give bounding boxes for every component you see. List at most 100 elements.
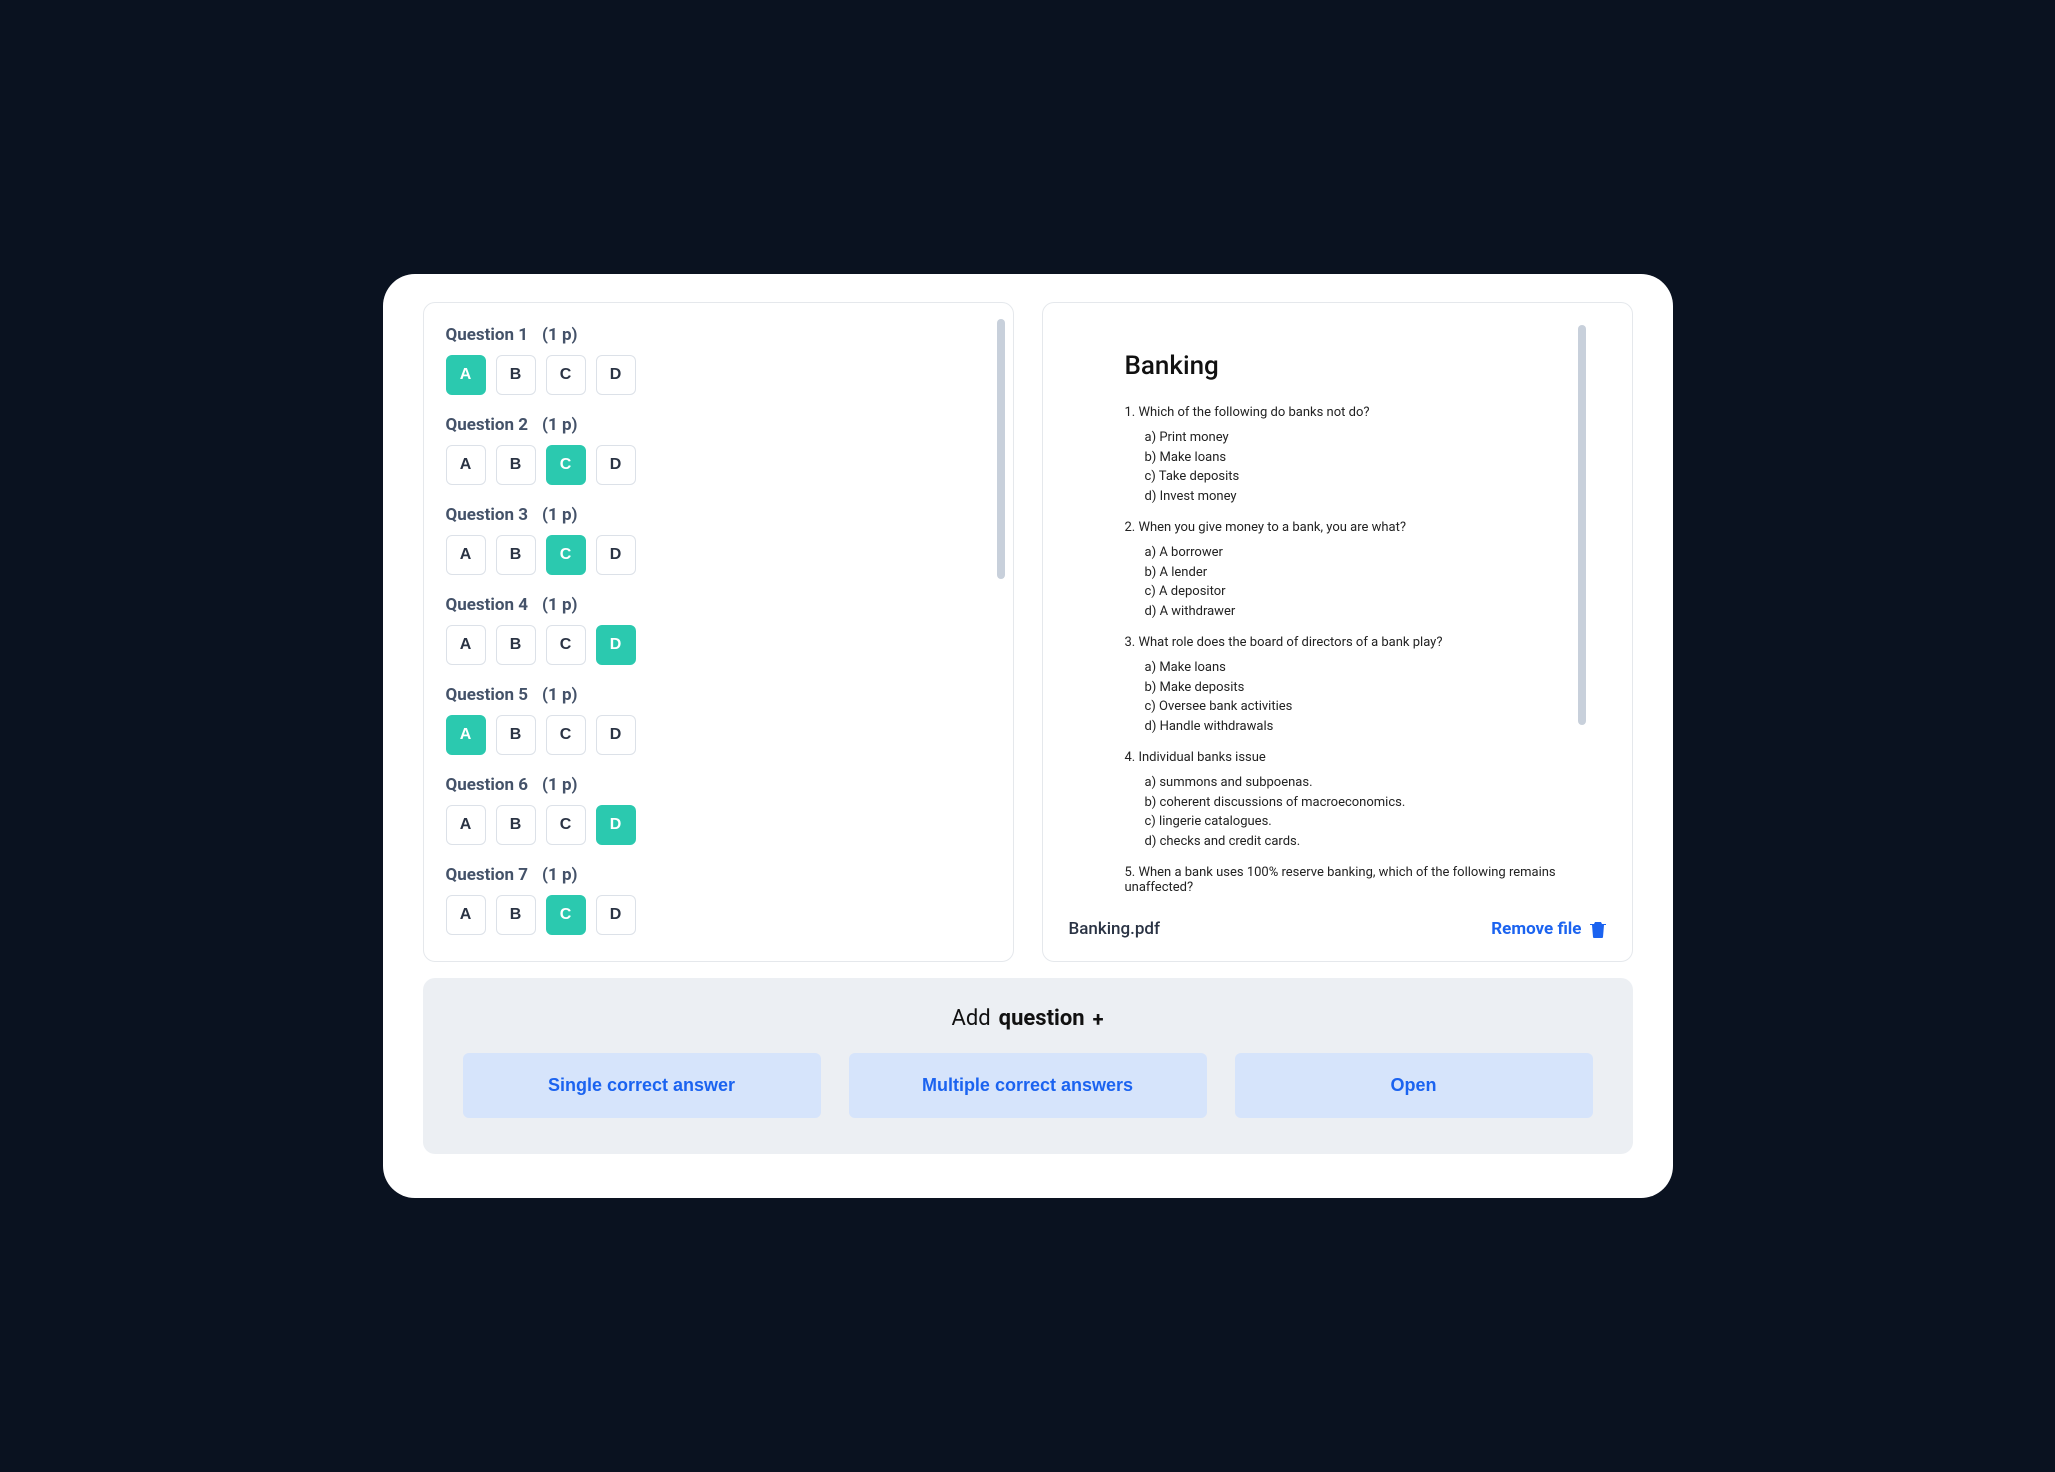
document-title: Banking <box>1125 351 1560 381</box>
doc-question: 5. When a bank uses 100% reserve banking… <box>1125 865 1560 905</box>
question-header: Question 1(1 p) <box>446 325 991 345</box>
answer-option-d[interactable]: D <box>596 805 636 845</box>
question-block: Question 3 (1 p) ABCD <box>446 505 991 575</box>
answer-option-a[interactable]: A <box>446 895 486 935</box>
question-label: Question 3 <box>446 505 529 525</box>
doc-question-options: a) The money supplyb) The interest ratec… <box>1125 903 1560 905</box>
file-name: Banking.pdf <box>1069 919 1161 939</box>
answer-option-b[interactable]: B <box>496 445 536 485</box>
add-option-button[interactable]: Multiple correct answers <box>849 1053 1207 1118</box>
answer-option-c[interactable]: C <box>546 355 586 395</box>
answer-options: ABCD <box>446 355 991 395</box>
question-label: Question 7 <box>446 865 529 885</box>
doc-option: a) A borrower <box>1145 543 1560 563</box>
answer-option-a[interactable]: A <box>446 445 486 485</box>
question-block: Question 2 (1 p) ABCD <box>446 415 991 485</box>
question-points: (1 p) <box>542 415 577 435</box>
questions-list: Question 1(1 p)ABCDQuestion 2(1 p)ABCDQu… <box>446 325 991 939</box>
answer-options: ABCD <box>446 715 991 755</box>
question-block: Question 7(1 p) ABCD <box>446 865 991 935</box>
questions-panel: Question 1(1 p)ABCDQuestion 2(1 p)ABCDQu… <box>423 302 1014 962</box>
answer-option-c[interactable]: C <box>546 625 586 665</box>
doc-option: d) Invest money <box>1145 487 1560 507</box>
answer-option-d[interactable]: D <box>596 535 636 575</box>
doc-option: c) Oversee bank activities <box>1145 697 1560 717</box>
doc-option: d) A withdrawer <box>1145 602 1560 622</box>
document-preview: Banking 1. Which of the following do ban… <box>1065 325 1610 905</box>
top-row: Question 1(1 p)ABCDQuestion 2(1 p)ABCDQu… <box>423 302 1633 962</box>
remove-file-button[interactable]: Remove file <box>1491 919 1605 939</box>
answer-option-d[interactable]: D <box>596 445 636 485</box>
app-frame: Question 1(1 p)ABCDQuestion 2(1 p)ABCDQu… <box>383 274 1673 1198</box>
doc-question-options: a) Print moneyb) Make loansc) Take depos… <box>1125 428 1560 506</box>
add-option-button[interactable]: Single correct answer <box>463 1053 821 1118</box>
doc-option: a) Make loans <box>1145 658 1560 678</box>
doc-question-options: a) summons and subpoenas.b) coherent dis… <box>1125 773 1560 851</box>
question-label: Question 6 <box>446 775 529 795</box>
doc-question: 3. What role does the board of directors… <box>1125 635 1560 736</box>
doc-option: b) Make loans <box>1145 448 1560 468</box>
question-label: Question 5 <box>446 685 529 705</box>
answer-option-b[interactable]: B <box>496 805 536 845</box>
answer-option-d[interactable]: D <box>596 715 636 755</box>
add-question-options: Single correct answer Multiple correct an… <box>463 1053 1593 1118</box>
doc-option: b) coherent discussions of macroeconomic… <box>1145 793 1560 813</box>
question-block: Question 1(1 p) ABCD <box>446 325 991 395</box>
question-header: Question 6(1 p) <box>446 775 991 795</box>
doc-option: b) A lender <box>1145 563 1560 583</box>
preview-footer: Banking.pdf Remove file <box>1065 905 1610 939</box>
trash-icon <box>1590 920 1606 938</box>
question-label: Question 2 <box>446 415 529 435</box>
answer-option-c[interactable]: C <box>546 445 586 485</box>
answer-options: ABCD <box>446 445 991 485</box>
answer-option-d[interactable]: D <box>596 625 636 665</box>
document-body: 1. Which of the following do banks not d… <box>1125 405 1560 905</box>
doc-question: 2. When you give money to a bank, you ar… <box>1125 520 1560 621</box>
answer-option-c[interactable]: C <box>546 715 586 755</box>
answer-option-c[interactable]: C <box>546 535 586 575</box>
remove-file-label: Remove file <box>1491 919 1581 939</box>
question-header: Question 7(1 p) <box>446 865 991 885</box>
doc-option: a) The money supply <box>1145 903 1560 905</box>
doc-question: 4. Individual banks issuea) summons and … <box>1125 750 1560 851</box>
answer-options: ABCD <box>446 625 991 665</box>
doc-option: d) Handle withdrawals <box>1145 717 1560 737</box>
add-prefix: Add <box>951 1006 990 1031</box>
answer-option-b[interactable]: B <box>496 625 536 665</box>
answer-option-a[interactable]: A <box>446 715 486 755</box>
answer-option-d[interactable]: D <box>596 895 636 935</box>
answer-option-d[interactable]: D <box>596 355 636 395</box>
doc-option: a) Print money <box>1145 428 1560 448</box>
scrollbar[interactable] <box>997 319 1005 579</box>
plus-icon: + <box>1093 1007 1104 1031</box>
add-option-button[interactable]: Open <box>1235 1053 1593 1118</box>
answer-option-b[interactable]: B <box>496 355 536 395</box>
doc-question: 1. Which of the following do banks not d… <box>1125 405 1560 506</box>
answer-option-b[interactable]: B <box>496 895 536 935</box>
answer-options: ABCD <box>446 805 991 845</box>
answer-option-a[interactable]: A <box>446 625 486 665</box>
question-header: Question 5 (1 p) <box>446 685 991 705</box>
scrollbar[interactable] <box>1578 325 1586 725</box>
question-points: (1 p) <box>542 505 577 525</box>
answer-option-a[interactable]: A <box>446 355 486 395</box>
question-points: (1 p) <box>542 685 577 705</box>
answer-option-a[interactable]: A <box>446 535 486 575</box>
doc-option: a) summons and subpoenas. <box>1145 773 1560 793</box>
add-bold: question <box>999 1006 1085 1031</box>
question-points: (1 p) <box>542 325 577 345</box>
answer-option-b[interactable]: B <box>496 535 536 575</box>
add-question-panel: Add question + Single correct answer Mult… <box>423 978 1633 1154</box>
answer-options: ABCD <box>446 535 991 575</box>
answer-option-b[interactable]: B <box>496 715 536 755</box>
doc-question-options: a) Make loansb) Make depositsc) Oversee … <box>1125 658 1560 736</box>
question-header: Question 4(1 p) <box>446 595 991 615</box>
question-header: Question 2 (1 p) <box>446 415 991 435</box>
answer-option-a[interactable]: A <box>446 805 486 845</box>
doc-question-options: a) A borrowerb) A lenderc) A depositord)… <box>1125 543 1560 621</box>
preview-panel: Banking 1. Which of the following do ban… <box>1042 302 1633 962</box>
answer-option-c[interactable]: C <box>546 805 586 845</box>
answer-option-c[interactable]: C <box>546 895 586 935</box>
question-points: (1 p) <box>542 595 577 615</box>
doc-option: c) lingerie catalogues. <box>1145 812 1560 832</box>
